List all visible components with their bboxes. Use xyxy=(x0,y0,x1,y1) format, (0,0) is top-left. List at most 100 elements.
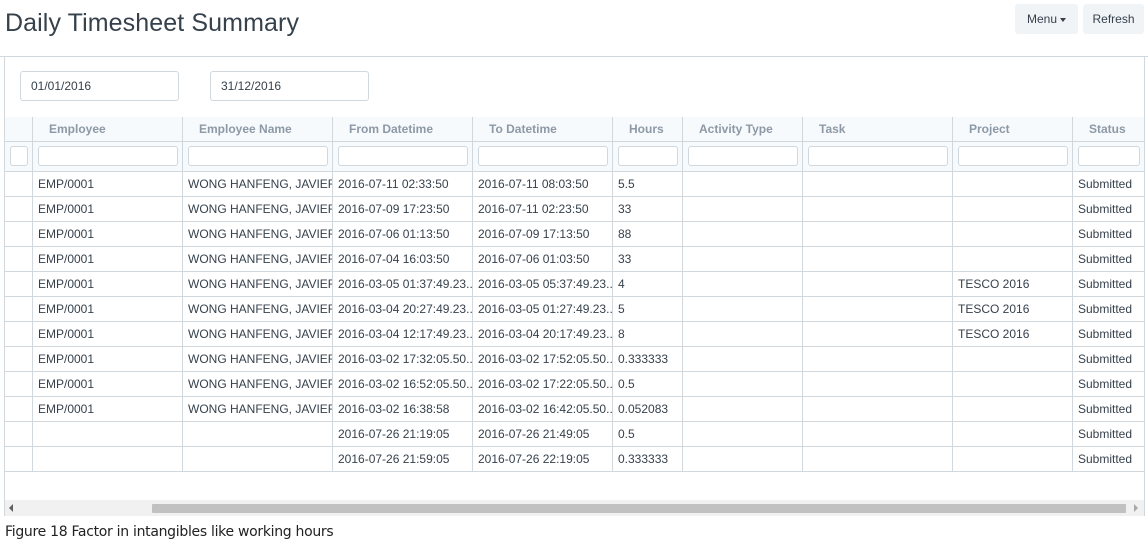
table-cell[interactable]: TESCO 2016 xyxy=(953,297,1072,322)
table-cell[interactable]: 33 xyxy=(613,247,682,272)
column-header[interactable]: Task xyxy=(803,117,952,142)
table-cell[interactable]: EMP/0001 xyxy=(33,397,182,422)
table-cell[interactable]: 2016-07-11 02:23:50 xyxy=(473,197,612,222)
table-cell[interactable]: Submitted xyxy=(1073,247,1144,272)
table-cell[interactable] xyxy=(683,447,802,472)
table-cell[interactable]: 2016-07-26 21:49:05 xyxy=(473,422,612,447)
table-cell[interactable] xyxy=(953,397,1072,422)
table-cell[interactable]: 2016-07-11 08:03:50 xyxy=(473,172,612,197)
table-cell[interactable]: 5 xyxy=(613,297,682,322)
table-cell[interactable] xyxy=(953,247,1072,272)
table-cell[interactable] xyxy=(683,172,802,197)
horizontal-scrollbar[interactable] xyxy=(5,500,1144,516)
scroll-left-arrow-icon[interactable] xyxy=(9,504,13,512)
table-cell[interactable]: Submitted xyxy=(1073,322,1144,347)
table-cell[interactable]: WONG HANFENG, JAVIER xyxy=(183,272,332,297)
table-cell[interactable]: 2016-03-02 17:32:05.50... xyxy=(333,347,472,372)
scroll-right-arrow-icon[interactable] xyxy=(1134,504,1138,512)
table-cell[interactable] xyxy=(803,272,952,297)
table-cell[interactable]: 2016-03-04 12:17:49.23... xyxy=(333,322,472,347)
table-cell[interactable]: 2016-03-02 17:52:05.50... xyxy=(473,347,612,372)
table-cell[interactable]: EMP/0001 xyxy=(33,222,182,247)
table-cell[interactable]: 2016-07-11 02:33:50 xyxy=(333,172,472,197)
table-cell[interactable]: Submitted xyxy=(1073,447,1144,472)
table-cell[interactable]: 0.333333 xyxy=(613,347,682,372)
table-cell[interactable] xyxy=(5,197,32,222)
table-cell[interactable]: 5.5 xyxy=(613,172,682,197)
column-filter-input[interactable] xyxy=(808,146,948,166)
table-cell[interactable]: 0.333333 xyxy=(613,447,682,472)
column-header[interactable]: Employee xyxy=(33,117,182,142)
column-filter-input[interactable] xyxy=(618,146,678,166)
table-cell[interactable]: Submitted xyxy=(1073,172,1144,197)
table-cell[interactable] xyxy=(953,222,1072,247)
table-cell[interactable]: 2016-03-05 05:37:49.23... xyxy=(473,272,612,297)
table-cell[interactable] xyxy=(683,272,802,297)
column-filter-input[interactable] xyxy=(958,146,1068,166)
column-header[interactable] xyxy=(5,117,32,142)
table-cell[interactable]: EMP/0001 xyxy=(33,172,182,197)
table-cell[interactable]: WONG HANFENG, JAVIER xyxy=(183,397,332,422)
table-cell[interactable]: TESCO 2016 xyxy=(953,272,1072,297)
table-cell[interactable]: EMP/0001 xyxy=(33,347,182,372)
column-header[interactable]: To Datetime xyxy=(473,117,612,142)
table-cell[interactable]: 2016-03-04 20:27:49.23... xyxy=(333,297,472,322)
table-cell[interactable]: WONG HANFENG, JAVIER xyxy=(183,197,332,222)
table-cell[interactable] xyxy=(953,447,1072,472)
table-cell[interactable]: TESCO 2016 xyxy=(953,322,1072,347)
table-cell[interactable]: WONG HANFENG, JAVIER xyxy=(183,297,332,322)
table-cell[interactable] xyxy=(803,297,952,322)
table-cell[interactable] xyxy=(33,422,182,447)
table-cell[interactable]: EMP/0001 xyxy=(33,297,182,322)
table-cell[interactable] xyxy=(5,297,32,322)
table-cell[interactable]: Submitted xyxy=(1073,347,1144,372)
table-cell[interactable]: 2016-07-06 01:13:50 xyxy=(333,222,472,247)
table-cell[interactable]: 8 xyxy=(613,322,682,347)
table-cell[interactable]: 2016-03-05 01:37:49.23... xyxy=(333,272,472,297)
table-cell[interactable] xyxy=(5,422,32,447)
table-cell[interactable] xyxy=(183,447,332,472)
table-cell[interactable] xyxy=(803,172,952,197)
table-cell[interactable] xyxy=(683,247,802,272)
table-cell[interactable] xyxy=(803,247,952,272)
table-cell[interactable] xyxy=(953,372,1072,397)
column-filter-input[interactable] xyxy=(688,146,798,166)
table-cell[interactable]: WONG HANFENG, JAVIER xyxy=(183,222,332,247)
table-cell[interactable]: EMP/0001 xyxy=(33,197,182,222)
table-cell[interactable]: 4 xyxy=(613,272,682,297)
table-cell[interactable] xyxy=(5,447,32,472)
table-cell[interactable]: 2016-07-04 16:03:50 xyxy=(333,247,472,272)
table-cell[interactable]: 2016-07-26 21:59:05 xyxy=(333,447,472,472)
table-cell[interactable]: 2016-03-04 20:17:49.23... xyxy=(473,322,612,347)
table-cell[interactable] xyxy=(33,447,182,472)
table-cell[interactable]: 0.052083 xyxy=(613,397,682,422)
table-cell[interactable] xyxy=(803,197,952,222)
table-cell[interactable] xyxy=(803,347,952,372)
column-header[interactable]: Hours xyxy=(613,117,682,142)
table-cell[interactable]: 88 xyxy=(613,222,682,247)
table-cell[interactable] xyxy=(683,197,802,222)
table-cell[interactable] xyxy=(683,222,802,247)
table-cell[interactable]: WONG HANFENG, JAVIER xyxy=(183,247,332,272)
to-date-filter[interactable]: 31/12/2016 xyxy=(210,71,369,101)
table-cell[interactable]: 2016-07-26 21:19:05 xyxy=(333,422,472,447)
table-cell[interactable] xyxy=(953,347,1072,372)
table-cell[interactable] xyxy=(5,272,32,297)
table-cell[interactable] xyxy=(5,322,32,347)
table-cell[interactable]: EMP/0001 xyxy=(33,322,182,347)
column-header[interactable]: Project xyxy=(953,117,1072,142)
table-cell[interactable]: EMP/0001 xyxy=(33,372,182,397)
table-cell[interactable] xyxy=(683,297,802,322)
table-cell[interactable]: 2016-07-09 17:13:50 xyxy=(473,222,612,247)
table-cell[interactable]: Submitted xyxy=(1073,422,1144,447)
table-cell[interactable] xyxy=(803,397,952,422)
refresh-button[interactable]: Refresh xyxy=(1083,4,1144,34)
column-filter-input[interactable] xyxy=(1078,146,1140,166)
table-cell[interactable]: Submitted xyxy=(1073,372,1144,397)
table-cell[interactable] xyxy=(683,397,802,422)
table-cell[interactable] xyxy=(803,422,952,447)
column-header[interactable]: Status xyxy=(1073,117,1144,142)
table-cell[interactable] xyxy=(953,197,1072,222)
table-cell[interactable] xyxy=(803,222,952,247)
column-filter-input[interactable] xyxy=(38,146,178,166)
